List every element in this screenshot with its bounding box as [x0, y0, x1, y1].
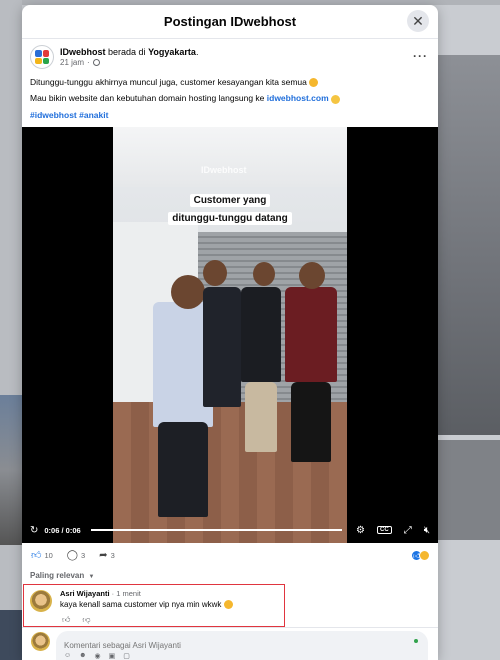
website-link[interactable]: idwebhost.com — [267, 93, 329, 103]
replay-icon[interactable]: ↻ — [30, 525, 38, 536]
video-frame: IDwebhost Customer yang ditunggu-tunggu … — [113, 127, 347, 543]
post-line-2: Mau bikin website dan kebutuhan domain h… — [30, 93, 430, 104]
comment-sort-dropdown[interactable]: Paling relevan ▼ — [30, 571, 94, 580]
person-black-shirt — [241, 287, 281, 382]
video-watermark: IDwebhost — [201, 165, 247, 175]
reactions-bar: 👍︎ 10 ◯ 3 ➦ 3 👍︎ — [22, 545, 438, 565]
more-options-icon: ··· — [413, 49, 428, 63]
raised-hands-emoji-icon — [331, 94, 341, 104]
background-left-footer — [0, 610, 22, 660]
background-left-column — [0, 0, 22, 660]
video-right-controls: ⚙ CC ⤢ 🔇︎ — [356, 525, 430, 536]
emoji-icon[interactable]: ☻ — [79, 652, 86, 660]
commenter-avatar[interactable] — [30, 590, 52, 612]
person-batik-shirt — [285, 287, 337, 382]
like-count-value: 10 — [44, 550, 53, 560]
video-caption: Customer yang ditunggu-tunggu datang — [160, 190, 300, 226]
sort-label: Paling relevan — [30, 571, 85, 580]
video-time: 0:06 / 0:06 — [44, 525, 81, 535]
post-line-1-text: Ditunggu-tunggu akhirnya muncul juga, cu… — [30, 77, 307, 87]
heart-face-emoji-icon — [309, 78, 319, 88]
page-avatar[interactable] — [30, 45, 54, 69]
post-line-1: Ditunggu-tunggu akhirnya muncul juga, cu… — [30, 77, 430, 88]
close-icon: ✕ — [412, 12, 424, 29]
location-link[interactable]: Yogyakarta — [148, 47, 196, 57]
comment-count-value: 3 — [81, 550, 86, 560]
settings-gear-icon[interactable]: ⚙ — [356, 525, 365, 536]
comment-bubble: Asri Wijayanti · 1 menit kaya kenall sam… — [60, 589, 233, 610]
camera-icon[interactable]: ◉ — [95, 652, 101, 660]
comment-composer: ☺ ☻ ◉ ▣ ▢ — [22, 627, 438, 660]
share-count-value: 3 — [110, 550, 115, 560]
modal-title: Postingan IDwebhost — [163, 14, 297, 29]
post-modal: Postingan IDwebhost ✕ IDwebhost berada d… — [22, 5, 438, 660]
commenter-line: Asri Wijayanti · 1 menit — [60, 589, 141, 598]
person-white-shirt-trousers — [158, 422, 208, 517]
gif-icon[interactable]: ▣ — [109, 652, 116, 660]
reaction-emoji-stack[interactable]: 👍︎ — [411, 550, 430, 561]
volume-muted-icon[interactable]: 🔇︎ — [424, 525, 430, 536]
at-text: berada di — [108, 47, 146, 58]
thumbs-up-icon: 👍︎ — [31, 550, 42, 561]
like-comment-icon[interactable]: 👍︎ — [62, 615, 70, 625]
comment-actions: 👍︎ 👎︎ — [62, 615, 91, 625]
video-progress-bar[interactable] — [90, 529, 343, 531]
more-options-button[interactable]: ··· — [413, 49, 428, 63]
comment-item: Asri Wijayanti · 1 menit kaya kenall sam… — [23, 584, 285, 627]
author-block: IDwebhost berada di Yogyakarta. 21 jam · — [60, 47, 198, 67]
sticker-icon[interactable]: ▢ — [123, 652, 130, 660]
current-user-avatar[interactable] — [31, 632, 50, 651]
idwebhost-logo — [35, 50, 49, 64]
post-text: Ditunggu-tunggu akhirnya muncul juga, cu… — [22, 75, 438, 121]
dislike-comment-icon[interactable]: 👎︎ — [82, 615, 90, 625]
captions-icon[interactable]: CC — [377, 526, 392, 534]
background-left-thumbnails — [0, 395, 22, 545]
comment-input-wrap: ☺ ☻ ◉ ▣ ▢ — [56, 631, 428, 660]
modal-header: Postingan IDwebhost ✕ — [22, 5, 438, 39]
background-right-photo — [438, 55, 500, 435]
post-line-2-text: Mau bikin website dan kebutuhan domain h… — [30, 93, 265, 104]
post-time[interactable]: 21 jam — [60, 58, 84, 67]
composer-tools: ☺ ☻ ◉ ▣ ▢ — [64, 652, 130, 660]
haha-reaction-icon — [419, 550, 430, 561]
comment-input[interactable] — [64, 641, 394, 650]
share-arrow-icon: ➦ — [99, 549, 108, 561]
close-button[interactable]: ✕ — [407, 10, 429, 32]
chevron-down-icon: ▼ — [88, 574, 95, 580]
status-dot-icon — [414, 639, 418, 643]
time-line: 21 jam · — [60, 58, 198, 67]
post-header: IDwebhost berada di Yogyakarta. 21 jam ·… — [22, 39, 438, 75]
like-count[interactable]: 👍︎ 10 — [31, 549, 53, 561]
avatar-sticker-icon[interactable]: ☺ — [64, 652, 71, 660]
video-progress-fill — [90, 529, 343, 531]
share-count[interactable]: ➦ 3 — [99, 550, 115, 561]
author-name[interactable]: IDwebhost — [60, 47, 106, 57]
commenter-name[interactable]: Asri Wijayanti — [60, 589, 110, 598]
caption-line-1: Customer yang — [189, 194, 271, 207]
comment-bubble-icon: ◯ — [66, 549, 78, 561]
rofl-emoji-icon — [223, 600, 233, 610]
author-line: IDwebhost berada di Yogyakarta. — [60, 47, 199, 58]
caption-line-2: ditunggu-tunggu datang — [168, 212, 292, 225]
globe-icon — [92, 58, 100, 66]
fullscreen-icon[interactable]: ⤢ — [404, 525, 412, 536]
video-controls: ↻ 0:06 / 0:06 ⚙ CC ⤢ 🔇︎ — [22, 517, 438, 543]
comment-time[interactable]: 1 menit — [116, 589, 141, 598]
hashtags[interactable]: #idwebhost #anakit — [30, 110, 430, 121]
comment-text: kaya kenall sama customer vip nya min wk… — [60, 600, 222, 609]
comment-text-line: kaya kenall sama customer vip nya min wk… — [60, 600, 233, 610]
background-right-photo-lower — [438, 440, 500, 540]
comment-count[interactable]: ◯ 3 — [67, 550, 85, 561]
person-suit — [203, 287, 241, 407]
video-player[interactable]: IDwebhost Customer yang ditunggu-tunggu … — [22, 127, 438, 543]
